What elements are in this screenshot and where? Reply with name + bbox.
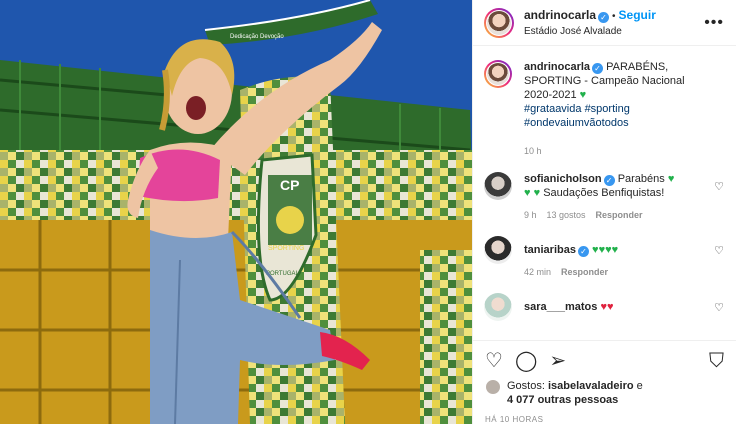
comment-text: Saudações Benfiquistas!: [543, 187, 665, 199]
red-heart-icon: ♥: [606, 301, 614, 313]
author-avatar[interactable]: [484, 7, 514, 38]
verified-icon: ✓: [598, 11, 610, 23]
comment-time: 42 min: [524, 267, 552, 277]
comment-item: sofianicholson ✓ Parabéns ♥ ♥ ♥ Saudações…: [484, 172, 724, 222]
reply-button[interactable]: Responder: [596, 210, 643, 220]
comment-username[interactable]: taniaribas: [524, 244, 576, 256]
verified-icon: ✓: [603, 175, 615, 186]
crest-top-text: CP: [280, 177, 299, 193]
commenter-avatar[interactable]: [484, 172, 512, 200]
photo-illustration: CP SPORTING PORTUGAL Dedicação Devoção: [0, 0, 472, 424]
commenter-avatar[interactable]: [484, 293, 512, 321]
green-heart-icon: ♥: [579, 89, 587, 101]
hashtag-link[interactable]: #grataavida: [524, 103, 582, 115]
likes-prefix: Gostos:: [507, 380, 548, 392]
hashtag-link[interactable]: #ondevaiumvãotodos: [524, 117, 629, 129]
comment-username[interactable]: sara___matos: [524, 301, 597, 313]
bookmark-icon[interactable]: ⛉: [709, 351, 724, 371]
post-photo[interactable]: CP SPORTING PORTUGAL Dedicação Devoção: [0, 0, 472, 424]
separator-dot: •: [612, 10, 616, 22]
comment-item: sara___matos ♥♥ ♡: [484, 293, 724, 321]
location-link[interactable]: Estádio José Alvalade: [524, 24, 704, 39]
share-icon[interactable]: ➢: [549, 351, 566, 371]
post-side-panel: andrinocarla ✓ • Seguir Estádio José Alvala…: [472, 0, 736, 424]
posted-time: HÁ 10 HORAS: [485, 415, 544, 424]
verified-icon: ✓: [592, 63, 604, 74]
scarf-text: Dedicação Devoção: [230, 34, 284, 40]
likes-others[interactable]: 4 077 outras pessoas: [507, 394, 618, 406]
likes-suffix: e: [633, 380, 643, 392]
green-heart-icon: ♥: [533, 187, 541, 199]
caption-time: 10 h: [524, 146, 542, 156]
hashtag-link[interactable]: #sporting: [585, 103, 630, 115]
caption-avatar[interactable]: [484, 60, 512, 88]
like-comment-icon[interactable]: ♡: [714, 244, 724, 257]
commenter-avatar[interactable]: [484, 236, 512, 264]
comment-likes[interactable]: 13 gostos: [547, 210, 586, 220]
caption-username[interactable]: andrinocarla: [524, 61, 590, 73]
crest-name-text: SPORTING: [268, 245, 304, 252]
reply-button[interactable]: Responder: [561, 267, 608, 277]
caption: andrinocarla ✓ PARABÉNS, SPORTING - Campe…: [484, 60, 724, 158]
post-header: andrinocarla ✓ • Seguir Estádio José Alvala…: [473, 0, 736, 46]
liker-avatar[interactable]: [485, 379, 501, 395]
like-comment-icon[interactable]: ♡: [714, 301, 724, 314]
comment-icon[interactable]: ◯: [515, 351, 537, 371]
green-heart-icon: ♥: [524, 187, 531, 199]
more-icon[interactable]: •••: [704, 14, 724, 32]
follow-button[interactable]: Seguir: [619, 8, 656, 22]
comment-text: Parabéns: [617, 173, 665, 185]
like-comment-icon[interactable]: ♡: [714, 180, 724, 193]
likes-summary: Gostos: isabelavaladeiro e 4 077 outras …: [485, 379, 724, 407]
author-username[interactable]: andrinocarla: [524, 8, 596, 22]
comment-time: 9 h: [524, 210, 537, 220]
like-heart-icon[interactable]: ♡: [485, 351, 503, 371]
liker-username[interactable]: isabelavaladeiro: [548, 380, 634, 392]
comment-username[interactable]: sofianicholson: [524, 173, 602, 185]
comment-item: taniaribas ✓ ♥♥♥♥ 42 min Responder ♡: [484, 236, 724, 279]
green-heart-icon: ♥: [611, 244, 619, 256]
green-heart-icon: ♥: [667, 173, 675, 185]
comments-list[interactable]: andrinocarla ✓ PARABÉNS, SPORTING - Campe…: [473, 46, 736, 340]
post-actions: ♡ ◯ ➢ ⛉ Gostos: isabelavaladeiro e 4 077…: [473, 340, 736, 424]
verified-icon: ✓: [577, 246, 589, 257]
